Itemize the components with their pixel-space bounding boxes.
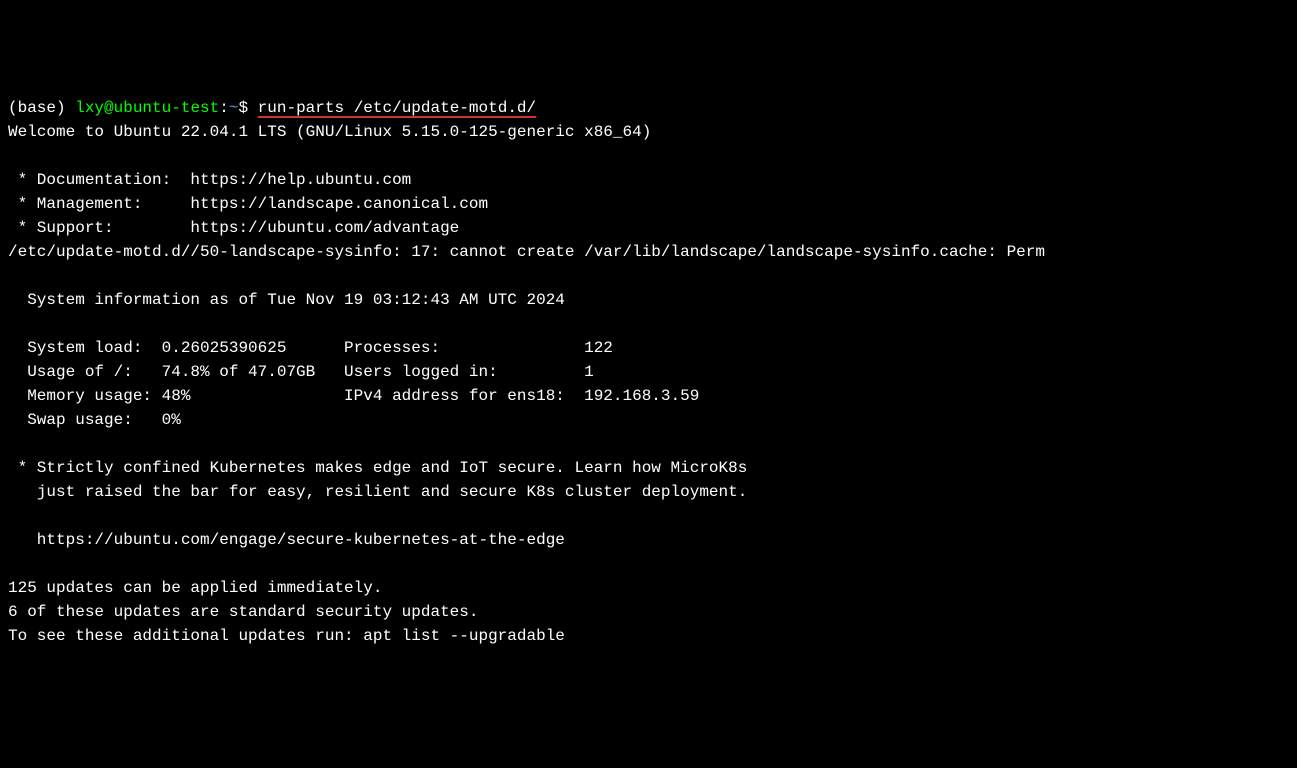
promo-url: https://ubuntu.com/engage/secure-kuberne… <box>8 531 565 549</box>
prompt-user-host: lxy@ubuntu-test <box>75 99 219 117</box>
sysinfo-usage: Usage of /: 74.8% of 47.07GB Users logge… <box>8 363 594 381</box>
welcome-line: Welcome to Ubuntu 22.04.1 LTS (GNU/Linux… <box>8 123 651 141</box>
updates-line2: 6 of these updates are standard security… <box>8 603 478 621</box>
updates-line3: To see these additional updates run: apt… <box>8 627 565 645</box>
doc-link: * Documentation: https://help.ubuntu.com <box>8 171 411 189</box>
prompt-dollar: $ <box>238 99 257 117</box>
prompt-colon: : <box>219 99 229 117</box>
sysinfo-header: System information as of Tue Nov 19 03:1… <box>8 291 565 309</box>
promo-line1: * Strictly confined Kubernetes makes edg… <box>8 459 747 477</box>
management-link: * Management: https://landscape.canonica… <box>8 195 488 213</box>
support-link: * Support: https://ubuntu.com/advantage <box>8 219 459 237</box>
sysinfo-memory: Memory usage: 48% IPv4 address for ens18… <box>8 387 699 405</box>
typed-command: run-parts /etc/update-motd.d/ <box>258 99 536 117</box>
promo-line2: just raised the bar for easy, resilient … <box>8 483 747 501</box>
terminal-area[interactable]: (base) lxy@ubuntu-test:~$ run-parts /etc… <box>0 96 1297 648</box>
updates-line1: 125 updates can be applied immediately. <box>8 579 382 597</box>
prompt-base: (base) <box>8 99 75 117</box>
error-line: /etc/update-motd.d//50-landscape-sysinfo… <box>8 243 1045 261</box>
sysinfo-swap: Swap usage: 0% <box>8 411 181 429</box>
sysinfo-load: System load: 0.26025390625 Processes: 12… <box>8 339 613 357</box>
